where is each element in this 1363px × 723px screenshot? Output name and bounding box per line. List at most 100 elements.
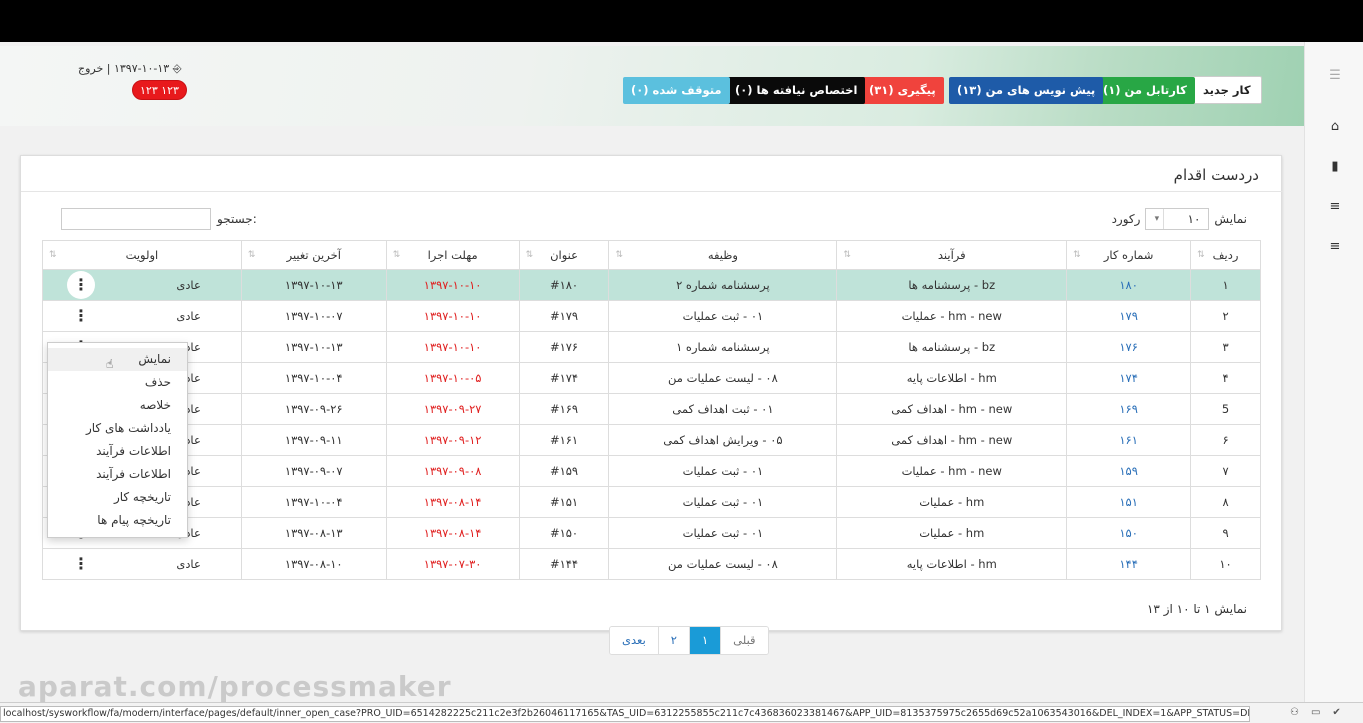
cell-title: #۱۷۶ (518, 331, 610, 363)
cell-case-number[interactable]: ۱۶۹ (1066, 393, 1192, 425)
cell-title: #۱۷۴ (518, 362, 610, 394)
cell-row-number: ۱۰ (1190, 548, 1261, 580)
cases-panel: دردست اقدام نمایش ▾ ۱۰ رکورد جستجو: ردیف… (20, 155, 1283, 655)
menu-item-message-history[interactable]: تاریخچه پیام ها (48, 509, 187, 532)
sort-icon: ⇅ (49, 250, 57, 260)
cell-last-modified: ۱۳۹۷-۰۹-۲۶ (240, 393, 387, 425)
pagination: قبلی ۱ ۲ بعدی (609, 626, 769, 655)
cell-due-date: ۱۳۹۷-۱۰-۱۰ (385, 300, 520, 332)
row-actions-kebab-icon[interactable]: ⋮ (67, 302, 95, 330)
table-row[interactable]: ۷ ۱۵۹ hm - new - عملیات ۰۱ - ثبت عملیات #۱۵۹… (42, 455, 1261, 487)
window-icon[interactable]: ▭ (1311, 707, 1320, 718)
cell-task: ۰۱ - ثبت اهداف کمی (608, 393, 838, 425)
cell-process: hm - new - عملیات (836, 455, 1068, 487)
cell-due-date: ۱۳۹۷-۱۰-۱۰ (385, 331, 520, 363)
cell-process: hm - اطلاعات پایه (836, 548, 1068, 580)
cell-process: hm - new - عملیات (836, 300, 1068, 332)
col-header-due-date[interactable]: مهلت اجرا ⇅ (385, 240, 520, 270)
menu-item-case-history[interactable]: تاریخچه کار (48, 486, 187, 509)
cell-due-date: ۱۳۹۷-۱۰-۱۰ (385, 269, 520, 301)
cell-process: hm - اطلاعات پایه (836, 362, 1068, 394)
sort-icon: ⇅ (1073, 250, 1081, 260)
cell-case-number[interactable]: ۱۷۴ (1066, 362, 1192, 394)
col-header-task[interactable]: وظیفه ⇅ (608, 240, 838, 270)
cell-case-number[interactable]: ۱۷۶ (1066, 331, 1192, 363)
row-actions-kebab-icon[interactable]: ⋮ (67, 550, 95, 578)
watermark: aparat.com/processmaker (18, 670, 452, 703)
menu-item-process-info-2[interactable]: اطلاعات فرآیند (48, 463, 187, 486)
cell-title: #۱۸۰ (518, 269, 610, 301)
cell-title: #۱۵۱ (518, 486, 610, 518)
cell-case-number[interactable]: ۱۸۰ (1066, 269, 1192, 301)
table-row[interactable]: ۱۰ ۱۴۴ hm - اطلاعات پایه ۰۸ - لیست عملیات م… (42, 548, 1261, 580)
col-header-title[interactable]: عنوان ⇅ (518, 240, 610, 270)
search-input[interactable] (61, 208, 211, 230)
logout-icon[interactable]: ⎆ (173, 62, 182, 75)
status-icons: ⚇ ▭ ✔ (1290, 707, 1341, 718)
col-header-row-number[interactable]: ردیف ⇅ (1190, 240, 1261, 270)
menu-item-summary[interactable]: خلاصه (48, 394, 187, 417)
cell-title: #۱۵۹ (518, 455, 610, 487)
col-header-priority[interactable]: اولویت ⇅ (42, 240, 242, 270)
cell-case-number[interactable]: ۱۵۰ (1066, 517, 1192, 549)
sort-icon: ⇅ (392, 250, 401, 260)
col-header-case-number[interactable]: شماره کار ⇅ (1066, 240, 1192, 270)
cell-task: ۰۱ - ثبت عملیات (608, 300, 838, 332)
inbox-button[interactable]: کارتابل من (۱) (1095, 77, 1195, 104)
col-header-process[interactable]: فرآیند ⇅ (836, 240, 1068, 270)
cell-row-number: ۳ (1190, 331, 1261, 363)
cell-case-number[interactable]: ۱۴۴ (1066, 548, 1192, 580)
cell-last-modified: ۱۳۹۷-۰۹-۱۱ (240, 424, 387, 456)
home-icon[interactable]: ⌂ (1327, 119, 1343, 135)
chart-icon[interactable]: ▮ (1327, 159, 1343, 175)
new-case-button[interactable]: کار جدید (1192, 76, 1262, 104)
menu-item-case-notes[interactable]: یادداشت های کار (48, 417, 187, 440)
cell-process: bz - پرسشنامه ها (836, 331, 1068, 363)
row-actions-kebab-icon[interactable]: ⋮ (67, 271, 95, 299)
table-row[interactable]: ۹ ۱۵۰ hm - عملیات ۰۱ - ثبت عملیات #۱۵۰ ۱۳۹۷-۰… (42, 517, 1261, 549)
prev-page-button[interactable]: قبلی (720, 627, 768, 654)
table-row[interactable]: ۶ ۱۶۱ hm - new - اهداف کمی ۰۵ - ویرایش اهدا… (42, 424, 1261, 456)
panel-title: دردست اقدام (1173, 166, 1259, 184)
table-row[interactable]: ۸ ۱۵۱ hm - عملیات ۰۱ - ثبت عملیات #۱۵۱ ۱۳۹۷-۰… (42, 486, 1261, 518)
hand-cursor-icon: ☝ (106, 357, 114, 371)
priority-text: عادی (176, 278, 201, 292)
cell-title: #۱۷۹ (518, 300, 610, 332)
cell-priority: عادی ⋮ (42, 269, 242, 301)
menu-item-process-info[interactable]: اطلاعات فرآیند (48, 440, 187, 463)
table-row[interactable]: ۲ ۱۷۹ hm - new - عملیات ۰۱ - ثبت عملیات #۱۷۹… (42, 300, 1261, 332)
list-icon[interactable]: ≡ (1327, 199, 1343, 215)
cell-case-number[interactable]: ۱۷۹ (1066, 300, 1192, 332)
cell-row-number: ۲ (1190, 300, 1261, 332)
table-row[interactable]: ۴ ۱۷۴ hm - اطلاعات پایه ۰۸ - لیست عملیات من… (42, 362, 1261, 394)
table-row[interactable]: 5 ۱۶۹ hm - new - اهداف کمی ۰۱ - ثبت اهداف ک… (42, 393, 1261, 425)
table-row[interactable]: ۱ ۱۸۰ bz - پرسشنامه ها پرسشنامه شماره ۲ #۱۸۰… (42, 269, 1261, 301)
unassigned-button[interactable]: اختصاص نیافته ها (۰) (727, 77, 866, 104)
cell-case-number[interactable]: ۱۶۱ (1066, 424, 1192, 456)
user-date-logout[interactable]: ۱۳۹۷-۱۰-۱۳ | خروج (78, 62, 169, 75)
check-icon[interactable]: ✔ (1332, 707, 1340, 718)
page-length-select[interactable]: ▾ ۱۰ (1145, 208, 1210, 230)
cell-case-number[interactable]: ۱۵۱ (1066, 486, 1192, 518)
cell-row-number: ۸ (1190, 486, 1261, 518)
cell-case-number[interactable]: ۱۵۹ (1066, 455, 1192, 487)
participated-button[interactable]: پیگیری (۳۱) (861, 77, 944, 104)
cell-due-date: ۱۳۹۷-۰۸-۱۴ (385, 517, 520, 549)
cell-row-number: ۶ (1190, 424, 1261, 456)
page-1-button[interactable]: ۱ (688, 627, 721, 654)
table-row[interactable]: ۳ ۱۷۶ bz - پرسشنامه ها پرسشنامه شماره ۱ #۱۷۶… (42, 331, 1261, 363)
records-label: رکورد (1111, 212, 1141, 226)
col-header-last-modified[interactable]: آخرین تغییر ⇅ (240, 240, 387, 270)
cell-row-number: 5 (1190, 393, 1261, 425)
paused-button[interactable]: متوقف شده (۰) (623, 77, 730, 104)
row-actions-menu: نمایش حذف خلاصه یادداشت های کار اطلاعات … (47, 342, 188, 538)
next-page-button[interactable]: بعدی (610, 627, 658, 654)
page-2-button[interactable]: ۲ (657, 627, 689, 654)
menu-item-delete[interactable]: حذف (48, 371, 187, 394)
people-icon[interactable]: ⚇ (1290, 707, 1299, 718)
menu-toggle-icon[interactable]: ☰ (1327, 68, 1343, 84)
list-icon-2[interactable]: ≡ (1327, 239, 1343, 255)
menu-item-open[interactable]: نمایش (48, 348, 187, 371)
drafts-button[interactable]: پیش نویس های من (۱۳) (949, 77, 1104, 104)
cell-title: #۱۶۹ (518, 393, 610, 425)
